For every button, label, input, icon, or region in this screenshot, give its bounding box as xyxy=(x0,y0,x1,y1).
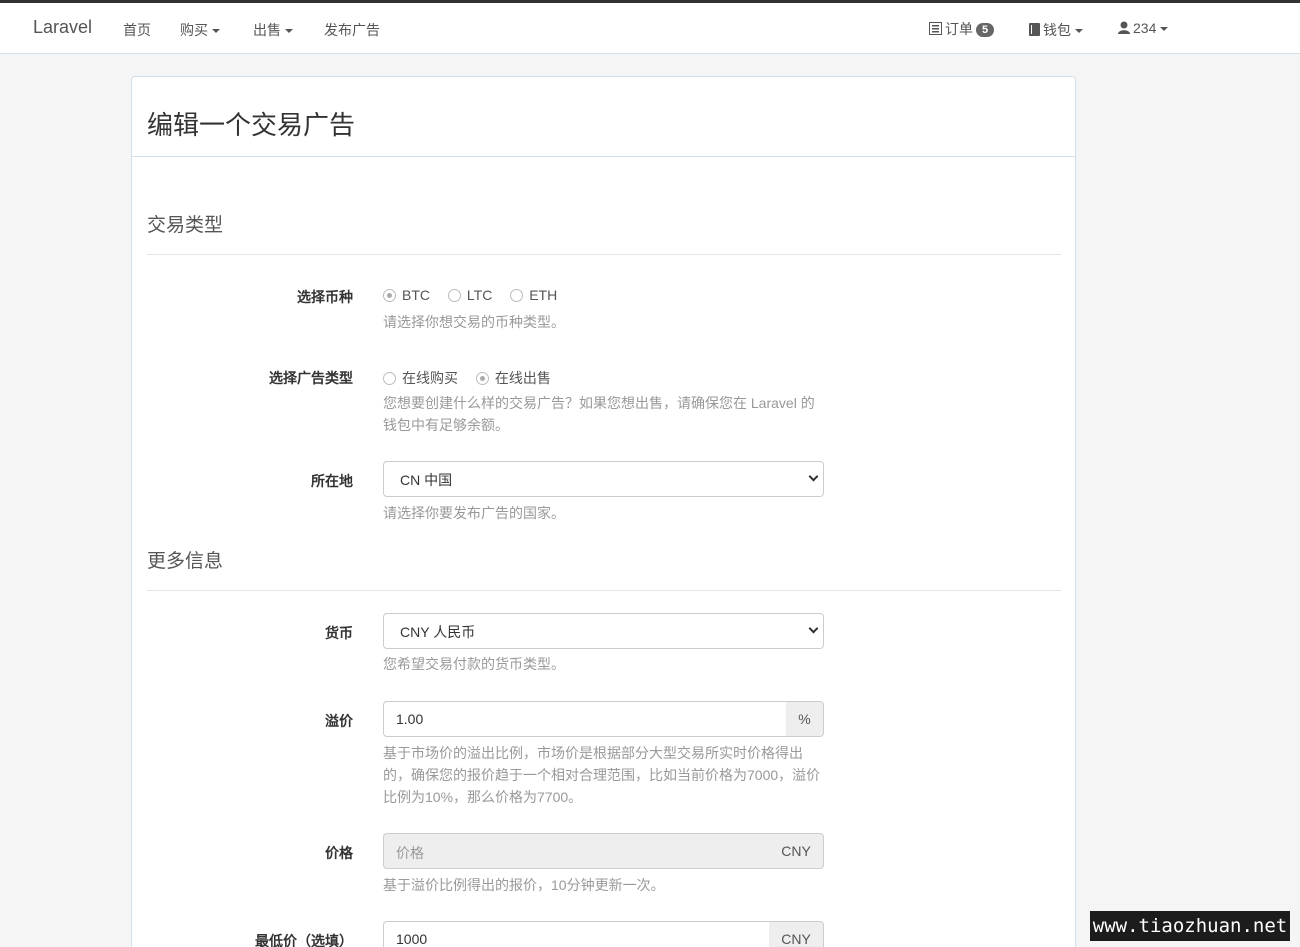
list-alt-icon xyxy=(929,22,942,35)
coin-help: 请选择你想交易的币种类型。 xyxy=(383,314,565,330)
ad-type-help-line: 您想要创建什么样的交易广告？如果您想出售，请确保您在 Laravel 的 xyxy=(383,395,815,411)
ad-type-help-line: 钱包中有足够余额。 xyxy=(383,417,509,433)
coin-option-label: ETH xyxy=(529,287,558,303)
nav-wallet-label: 钱包 xyxy=(1043,22,1071,38)
coin-option-eth[interactable]: ETH xyxy=(510,287,557,303)
price-input-group: 价格 CNY xyxy=(383,833,824,869)
nav-post-ad[interactable]: 发布广告 xyxy=(324,20,380,40)
coin-option-btc[interactable]: BTC xyxy=(383,287,430,303)
coin-radio-group: BTC LTC ETH xyxy=(383,287,571,303)
ad-type-option-label: 在线购买 xyxy=(402,370,458,386)
price-input[interactable]: 价格 xyxy=(383,833,770,869)
ad-type-option-buy[interactable]: 在线购买 xyxy=(383,368,458,388)
panel-heading: 编辑一个交易广告 xyxy=(132,77,1075,157)
nav-home[interactable]: 首页 xyxy=(123,20,151,40)
currency-select-value: CNY 人民币 xyxy=(400,624,476,640)
nav-user-label: 234 xyxy=(1133,20,1157,36)
location-help: 请选择你要发布广告的国家。 xyxy=(383,505,565,521)
radio-icon[interactable] xyxy=(510,289,524,302)
premium-help-line: 的，确保您的报价趋于一个相对合理范围，比如当前价格为7000，溢价 xyxy=(383,767,821,783)
price-currency-addon: CNY xyxy=(769,833,824,869)
coin-label: 选择币种 xyxy=(297,289,353,305)
nav-buy-label: 购买 xyxy=(180,22,208,38)
min-price-label: 最低价（选填） xyxy=(255,933,353,947)
nav-sell-label: 出售 xyxy=(253,22,281,38)
premium-input[interactable]: 1.00 xyxy=(383,701,787,737)
premium-label: 溢价 xyxy=(325,713,353,729)
chevron-down-icon xyxy=(808,471,819,482)
coin-option-label: BTC xyxy=(402,287,430,303)
orders-count-badge: 5 xyxy=(976,23,995,37)
ad-type-help: 您想要创建什么样的交易广告？如果您想出售，请确保您在 Laravel 的 钱包中… xyxy=(383,392,828,436)
caret-down-icon xyxy=(1160,27,1169,32)
ad-type-option-label: 在线出售 xyxy=(494,370,551,386)
section-title-more-info: 更多信息 xyxy=(147,551,224,572)
radio-icon[interactable] xyxy=(383,372,396,385)
page-title: 编辑一个交易广告 xyxy=(147,110,356,140)
nav-buy-dropdown[interactable]: 购买 xyxy=(180,20,220,40)
radio-checked-icon[interactable] xyxy=(383,289,396,302)
caret-down-icon xyxy=(285,29,293,34)
coin-option-label: LTC xyxy=(466,287,493,303)
caret-down-icon xyxy=(212,29,220,34)
nav-orders[interactable]: 订单 5 xyxy=(929,19,995,39)
nav-wallet-dropdown[interactable]: 钱包 xyxy=(1029,20,1083,40)
currency-label: 货币 xyxy=(325,625,353,641)
section-title-trade-type: 交易类型 xyxy=(147,215,224,236)
currency-select[interactable]: CNY 人民币 xyxy=(383,613,824,649)
chevron-down-icon xyxy=(808,623,819,634)
percent-addon: % xyxy=(786,701,824,737)
ad-type-radio-group: 在线购买 在线出售 xyxy=(383,368,565,388)
currency-help: 您希望交易付款的货币类型。 xyxy=(383,656,565,672)
book-icon xyxy=(1029,23,1040,36)
location-select[interactable]: CN 中国 xyxy=(383,461,824,497)
nav-sell-dropdown[interactable]: 出售 xyxy=(253,20,293,40)
coin-option-ltc[interactable]: LTC xyxy=(447,287,493,303)
section-divider xyxy=(147,254,1061,255)
premium-input-group: 1.00 % xyxy=(383,701,824,737)
min-price-input-group: 1000 CNY xyxy=(383,921,824,947)
price-label: 价格 xyxy=(325,845,353,861)
location-select-value: CN 中国 xyxy=(400,472,453,488)
navbar: Laravel 首页 购买 出售 发布广告 订单 5 钱包 234 xyxy=(0,3,1300,54)
radio-icon[interactable] xyxy=(447,289,461,302)
user-icon xyxy=(1118,21,1130,34)
brand-link[interactable]: Laravel xyxy=(33,17,92,38)
premium-help-line: 比例为10%，那么价格为7700。 xyxy=(383,789,583,805)
ad-type-label: 选择广告类型 xyxy=(269,370,353,386)
premium-help-line: 基于市场价的溢出比例，市场价是根据部分大型交易所实时价格得出 xyxy=(383,745,803,761)
caret-down-icon xyxy=(1075,29,1083,34)
ad-type-option-sell[interactable]: 在线出售 xyxy=(475,368,551,388)
min-price-currency-addon: CNY xyxy=(769,921,824,947)
watermark: www.tiaozhuan.net xyxy=(1090,911,1290,941)
nav-user-dropdown[interactable]: 234 xyxy=(1118,20,1169,36)
price-help: 基于溢价比例得出的报价，10分钟更新一次。 xyxy=(383,877,665,893)
premium-help: 基于市场价的溢出比例，市场价是根据部分大型交易所实时价格得出 的，确保您的报价趋… xyxy=(383,742,828,808)
edit-ad-panel: 编辑一个交易广告 交易类型 选择币种 BTC LTC ETH 请选择你想交易的币… xyxy=(131,76,1076,947)
nav-orders-label: 订单 xyxy=(945,21,973,37)
radio-checked-icon[interactable] xyxy=(475,372,489,385)
section-divider xyxy=(147,590,1061,591)
location-label: 所在地 xyxy=(311,473,353,489)
min-price-input[interactable]: 1000 xyxy=(383,921,770,947)
